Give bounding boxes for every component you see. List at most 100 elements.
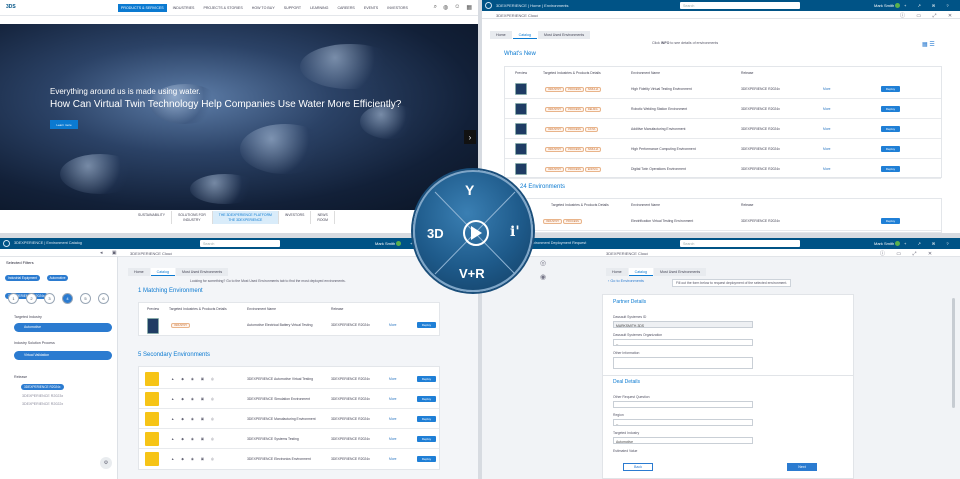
window-controls[interactable]: ⓘ ▭ ⤢ ✕	[900, 12, 957, 19]
scrollbar[interactable]	[952, 298, 955, 408]
footer-tab-news[interactable]: NEWS ROOM	[311, 211, 335, 224]
filter-chip[interactable]: Industrial Equipment	[5, 275, 41, 281]
info-link[interactable]: More	[823, 167, 831, 171]
category-icon[interactable]: 4	[62, 293, 73, 304]
table-row[interactable]: INDUSTRY PROCESS CATIA Additive Manufactur…	[505, 119, 941, 139]
tab-most-used[interactable]: Most Used Environments	[175, 268, 229, 276]
table-row[interactable]: ▲ ◆ ◉ ▣ ◎ 3DEXPERIENCE Simulation Enviro…	[139, 389, 439, 409]
search-input[interactable]: Search	[200, 240, 280, 247]
nav-industries[interactable]: INDUSTRIES	[170, 4, 198, 12]
request-question-input[interactable]	[613, 401, 753, 408]
table-row[interactable]: ▲ ◆ ◉ ▣ ◎ 3DEXPERIENCE Manufacturing Env…	[139, 409, 439, 429]
info-link[interactable]: More	[823, 87, 831, 91]
deploy-button[interactable]: Deploy	[881, 146, 900, 152]
filter-option-selected[interactable]: Virtual Validation	[14, 351, 112, 360]
deploy-button[interactable]: Deploy	[417, 322, 436, 328]
user-icon[interactable]: ☺	[454, 4, 460, 11]
chevron-right-icon[interactable]: ›	[464, 130, 476, 144]
search-input[interactable]: Search	[680, 240, 800, 247]
tab-most-used[interactable]: Most Used Environments	[653, 268, 707, 276]
tab-home[interactable]: Home	[606, 268, 628, 276]
filter-group-release[interactable]: Release	[14, 375, 27, 379]
tab-home[interactable]: Home	[128, 268, 150, 276]
filter-chip[interactable]: Automotive	[46, 275, 69, 281]
footer-tab-investors[interactable]: INVESTORS	[279, 211, 312, 224]
release-option[interactable]: 3DEXPERIENCE R2024x	[21, 384, 64, 390]
info-link[interactable]: More	[389, 377, 397, 381]
deploy-button[interactable]: Deploy	[417, 416, 436, 422]
table-row[interactable]: ▲ ◆ ◉ ▣ ◎ 3DEXPERIENCE Automotive Virtua…	[139, 369, 439, 389]
info-link[interactable]: More	[389, 437, 397, 441]
footer-tab-industry[interactable]: SOLUTIONS FOR INDUSTRY	[172, 211, 213, 224]
tab-catalog[interactable]: Catalog	[628, 268, 653, 276]
category-icon[interactable]: 2	[26, 293, 37, 304]
nav-careers[interactable]: CAREERS	[334, 4, 357, 12]
table-row[interactable]: ▲ ◆ ◉ ▣ ◎ 3DEXPERIENCE Electronics Envir…	[139, 449, 439, 469]
deploy-button[interactable]: Deploy	[881, 166, 900, 172]
industry-select[interactable]: Automotive	[613, 437, 753, 444]
learn-more-button[interactable]: Learn more	[50, 120, 78, 129]
search-input[interactable]: Search	[680, 2, 800, 9]
nav-investors[interactable]: INVESTORS	[384, 4, 411, 12]
info-link[interactable]: More	[389, 323, 397, 327]
table-row[interactable]: INDUSTRY PROCESS DELMIA Robotic Welding St…	[505, 99, 941, 119]
category-icon[interactable]: 3	[44, 293, 55, 304]
info-link[interactable]: More	[823, 147, 831, 151]
nav-events[interactable]: EVENTS	[361, 4, 381, 12]
deploy-button[interactable]: Deploy	[417, 396, 436, 402]
nav-how-to-buy[interactable]: HOW TO BUY	[249, 4, 278, 12]
info-link[interactable]: More	[389, 417, 397, 421]
footer-tab-sustainability[interactable]: SUSTAINABILITY	[132, 211, 173, 224]
header-icons[interactable]: + ↗ ✉ ?	[904, 241, 954, 246]
table-row[interactable]: INDUSTRY PROCESS ENOVIA Digital Twin Opera…	[505, 159, 941, 179]
table-row[interactable]: INDUSTRY Automotive Electrical Battery V…	[139, 315, 439, 335]
info-link[interactable]: More	[389, 457, 397, 461]
user-name[interactable]: Mark Smith	[874, 241, 901, 247]
3d-play-badge[interactable]: Y 3D i' V+R	[413, 170, 533, 292]
header-icons[interactable]: + ↗ ✉ ?	[904, 3, 954, 8]
site-logo[interactable]: 3DS	[6, 4, 16, 10]
nav-support[interactable]: SUPPORT	[281, 4, 304, 12]
deploy-button[interactable]: Deploy	[881, 86, 900, 92]
release-option[interactable]: 3DEXPERIENCE R2023x	[22, 394, 63, 398]
table-row[interactable]: INDUSTRY PROCESS SIMULIA High Performance …	[505, 139, 941, 159]
nav-icons-left[interactable]: ◎ ◉	[534, 257, 552, 307]
table-row[interactable]: ▲ ◆ ◉ ▣ ◎ 3DEXPERIENCE Systems Testing 3…	[139, 429, 439, 449]
user-name[interactable]: Mark Smith	[375, 241, 402, 247]
info-link[interactable]: More	[389, 397, 397, 401]
window-controls[interactable]: ◂ ▣	[100, 250, 121, 256]
other-info-textarea[interactable]	[613, 357, 753, 369]
search-icon[interactable]: ⌕	[434, 4, 437, 11]
tab-home[interactable]: Home	[490, 31, 512, 39]
globe-icon[interactable]: ◍	[443, 4, 448, 11]
deploy-button[interactable]: Deploy	[417, 376, 436, 382]
category-icon[interactable]: 5	[80, 293, 91, 304]
table-row[interactable]: INDUSTRY PROCESS SIMULIA High Fidelity Vir…	[505, 79, 941, 99]
window-controls[interactable]: ⓘ ▭ ⤢ ✕	[880, 250, 937, 257]
deploy-button[interactable]: Deploy	[417, 436, 436, 442]
nav-products[interactable]: PRODUCTS & SERVICES	[118, 4, 167, 12]
user-name[interactable]: Mark Smith	[874, 3, 901, 9]
grid-icon[interactable]: ▦	[466, 4, 472, 11]
filter-group-industry[interactable]: Targeted Industry	[14, 315, 42, 319]
compass-icon[interactable]	[3, 240, 10, 247]
back-button[interactable]: Back	[623, 463, 653, 471]
table-row[interactable]: INDUSTRY PROCESS Electrification Virtual …	[521, 211, 941, 231]
tab-catalog[interactable]: Catalog	[512, 31, 537, 39]
nav-learning[interactable]: LEARNING	[307, 4, 331, 12]
organization-select[interactable]: --	[613, 339, 753, 346]
filter-option-selected[interactable]: Automotive	[14, 323, 112, 332]
tab-catalog[interactable]: Catalog	[150, 268, 175, 276]
info-link[interactable]: More	[823, 127, 831, 131]
filter-group-process[interactable]: Industry Solution Process	[14, 341, 55, 345]
view-toggle-icons[interactable]: ▦ ☰	[922, 41, 935, 48]
deploy-button[interactable]: Deploy	[881, 218, 900, 224]
category-icon[interactable]: 6	[98, 293, 109, 304]
compass-icon[interactable]	[485, 2, 492, 9]
category-icon[interactable]: 1	[8, 293, 19, 304]
region-select[interactable]: --	[613, 419, 753, 426]
nav-projects[interactable]: PROJECTS & STORIES	[200, 4, 245, 12]
deploy-button[interactable]: Deploy	[417, 456, 436, 462]
release-option[interactable]: 3DEXPERIENCE R2022x	[22, 402, 63, 406]
tab-most-used[interactable]: Most Used Environments	[537, 31, 591, 39]
